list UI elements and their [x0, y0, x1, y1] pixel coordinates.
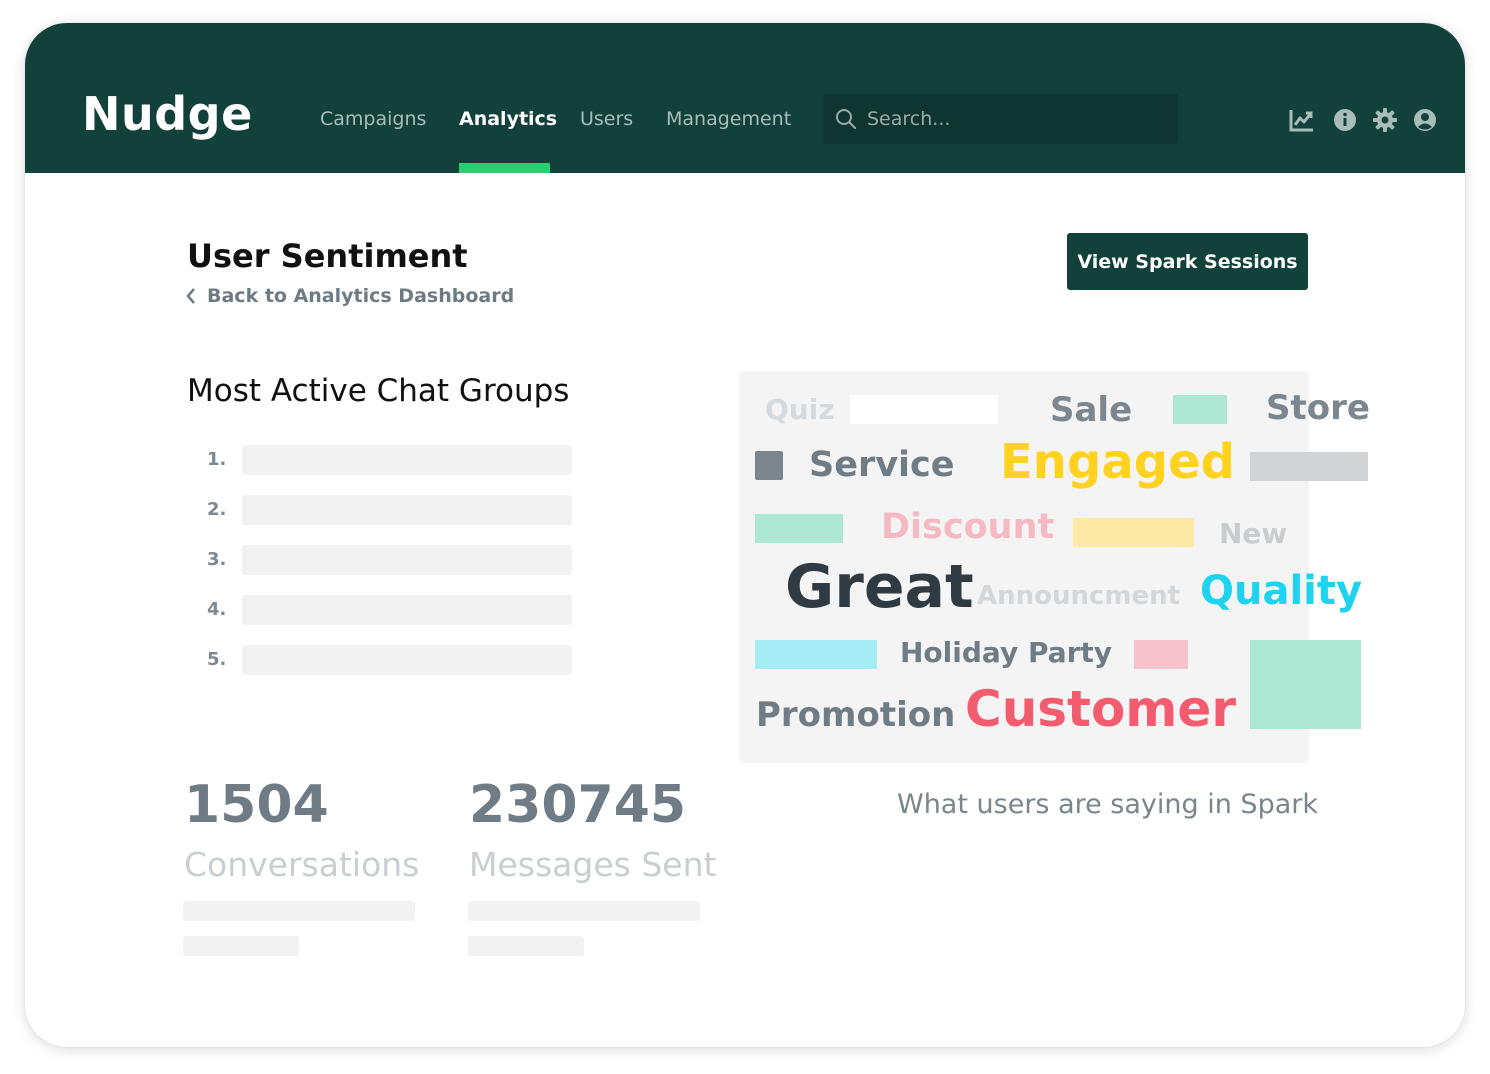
chat-group-row[interactable]: 4.: [207, 595, 573, 625]
search-box: [823, 94, 1178, 144]
info-icon[interactable]: [1332, 107, 1358, 133]
cloud-word-service: Service: [809, 445, 955, 485]
chevron-left-icon: [186, 288, 195, 304]
app-window: Nudge Campaigns Analytics Users Manageme…: [25, 23, 1465, 1047]
word-cloud: Quiz Sale Store Service Engaged Discount…: [739, 371, 1370, 763]
search-input[interactable]: [867, 94, 1167, 144]
chart-line-icon[interactable]: [1289, 107, 1315, 133]
stat-placeholder-bar: [468, 936, 584, 956]
gear-icon[interactable]: [1372, 107, 1398, 133]
top-navigation-bar: Nudge Campaigns Analytics Users Manageme…: [25, 23, 1465, 173]
cloud-placeholder: [1073, 518, 1194, 547]
chat-group-row[interactable]: 2.: [207, 495, 573, 525]
active-nav-indicator: [459, 163, 550, 173]
cloud-placeholder: [755, 514, 843, 543]
chat-group-placeholder: [242, 645, 572, 675]
chat-groups-title: Most Active Chat Groups: [187, 373, 570, 409]
stat-placeholder-bar: [183, 936, 299, 956]
chat-group-placeholder: [242, 595, 572, 625]
conversations-label: Conversations: [184, 845, 420, 884]
rank-number: 1.: [207, 449, 227, 470]
cloud-word-discount: Discount: [881, 507, 1055, 547]
nav-users[interactable]: Users: [580, 108, 633, 130]
cloud-placeholder: [1250, 640, 1361, 729]
messages-sent-label: Messages Sent: [469, 845, 717, 884]
back-link-label: Back to Analytics Dashboard: [207, 285, 515, 307]
nav-analytics[interactable]: Analytics: [459, 108, 557, 130]
cloud-word-quality: Quality: [1200, 568, 1363, 614]
cloud-placeholder: [850, 395, 998, 424]
nav-management[interactable]: Management: [666, 108, 791, 130]
rank-number: 2.: [207, 499, 227, 520]
user-avatar-icon[interactable]: [1412, 107, 1438, 133]
chat-group-row[interactable]: 5.: [207, 645, 573, 675]
cloud-placeholder: [1173, 395, 1227, 424]
messages-sent-count: 230745: [469, 775, 687, 835]
cloud-placeholder: [1250, 452, 1368, 481]
rank-number: 4.: [207, 599, 227, 620]
cloud-word-holiday-party: Holiday Party: [900, 636, 1113, 669]
word-cloud-caption: What users are saying in Spark: [897, 789, 1318, 820]
cloud-word-quiz: Quiz: [765, 393, 835, 426]
chat-group-row[interactable]: 1.: [207, 445, 573, 475]
page-title: User Sentiment: [187, 237, 468, 275]
stat-placeholder-bar: [183, 901, 415, 921]
cloud-word-customer: Customer: [965, 680, 1236, 738]
rank-number: 3.: [207, 549, 227, 570]
cloud-placeholder: [1134, 640, 1188, 669]
back-to-dashboard-link[interactable]: Back to Analytics Dashboard: [185, 285, 514, 307]
cloud-word-engaged: Engaged: [1000, 434, 1235, 490]
nav-campaigns[interactable]: Campaigns: [320, 108, 426, 130]
cloud-word-sale: Sale: [1050, 390, 1133, 430]
cloud-word-store: Store: [1266, 388, 1370, 428]
chat-group-row[interactable]: 3.: [207, 545, 573, 575]
chat-group-placeholder: [242, 495, 572, 525]
cloud-placeholder: [755, 640, 877, 669]
view-spark-sessions-button[interactable]: View Spark Sessions: [1067, 233, 1308, 290]
rank-number: 5.: [207, 649, 227, 670]
search-icon: [836, 109, 856, 129]
chat-group-placeholder: [242, 445, 572, 475]
cloud-word-new: New: [1219, 517, 1288, 550]
cloud-placeholder: [755, 451, 783, 480]
chat-group-placeholder: [242, 545, 572, 575]
conversations-count: 1504: [184, 775, 329, 835]
cloud-word-promotion: Promotion: [756, 695, 956, 735]
cloud-word-announcment: Announcment: [977, 581, 1181, 611]
app-logo[interactable]: Nudge: [82, 87, 253, 141]
cloud-word-great: Great: [785, 552, 974, 622]
stat-placeholder-bar: [468, 901, 700, 921]
